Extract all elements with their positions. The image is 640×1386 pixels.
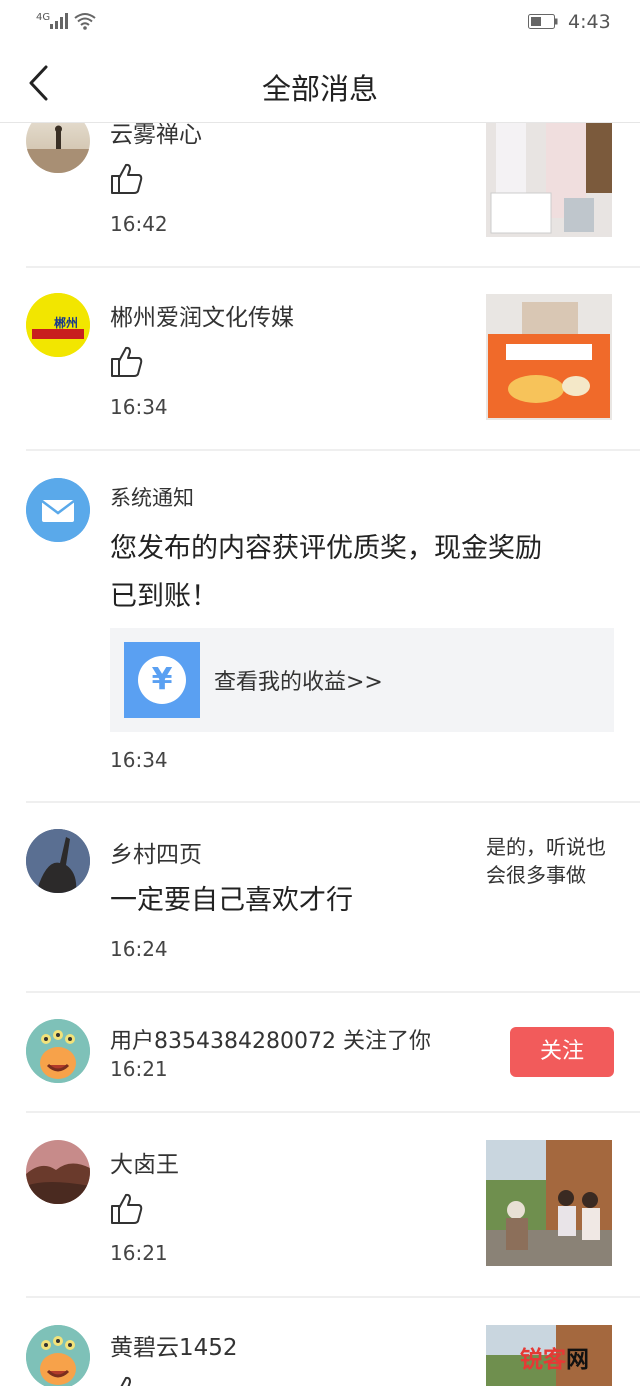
wifi-icon: [74, 13, 96, 30]
status-bar: 4G 4:43: [0, 0, 640, 44]
list-item-like[interactable]: 云雾禅心 16:42: [0, 123, 640, 268]
message-content: 您发布的内容获评优质奖，现金奖励 已到账！: [110, 525, 542, 621]
message-time: 16:21: [110, 1057, 168, 1081]
message-time: 16:24: [110, 937, 168, 961]
earnings-icon-box: ¥: [124, 642, 200, 718]
list-item-like[interactable]: 郴州 郴州爱润文化传媒 16:34: [0, 268, 640, 451]
sender-name: 黄碧云1452: [110, 1335, 238, 1361]
avatar[interactable]: [26, 1140, 90, 1204]
post-thumbnail[interactable]: [486, 1140, 612, 1266]
watermark-text-black: 网: [566, 1347, 589, 1373]
watermark-text: 锐客网: [520, 1340, 589, 1374]
avatar[interactable]: 郴州: [26, 293, 90, 357]
view-earnings-link[interactable]: 查看我的收益>>: [214, 664, 383, 696]
message-time: 16:34: [110, 748, 168, 772]
sender-name: 云雾禅心: [110, 123, 202, 148]
watermark-logo: 锐客网: [520, 1340, 620, 1376]
monster-avatar-icon: [26, 1019, 90, 1083]
sender-name: 郴州爱润文化传媒: [110, 305, 294, 331]
original-comment[interactable]: 是的，听说也 会很多事做: [486, 833, 626, 889]
original-comment-line: 会很多事做: [486, 863, 586, 887]
clock: 4:43: [568, 11, 611, 33]
message-content-line: 您发布的内容获评优质奖，现金奖励: [110, 533, 542, 564]
message-time: 16:34: [110, 395, 168, 419]
page-title: 全部消息: [261, 72, 378, 106]
yuan-symbol: ¥: [151, 662, 173, 697]
post-thumbnail[interactable]: [486, 123, 612, 237]
thumbs-up-icon: [111, 1193, 143, 1224]
original-comment-line: 是的，听说也: [486, 835, 606, 859]
monster-avatar-icon: [26, 1325, 90, 1386]
avatar[interactable]: [26, 1325, 90, 1386]
battery-icon: [528, 14, 558, 29]
message-time: 16:21: [110, 1241, 168, 1265]
post-thumbnail[interactable]: [486, 294, 612, 420]
message-content-line: 已到账！: [110, 581, 218, 612]
message-feed[interactable]: 云雾禅心 16:42 郴州 郴州爱润文化传媒 16:34 系统通知 您发布的内容…: [0, 123, 640, 1386]
message-time: 16:42: [110, 212, 168, 236]
sender-name: 系统通知: [110, 486, 194, 510]
follow-button[interactable]: 关注: [510, 1027, 614, 1077]
avatar: [26, 478, 90, 542]
avatar[interactable]: [26, 123, 90, 173]
message-content: 一定要自己喜欢才行: [110, 885, 353, 916]
follow-notice: 用户8354384280072 关注了你: [110, 1029, 431, 1054]
avatar-text: 郴州: [54, 316, 79, 330]
avatar[interactable]: [26, 1019, 90, 1083]
thumbs-up-icon: [111, 346, 143, 377]
watermark-text-red: 锐客: [520, 1347, 566, 1373]
thumbs-up-icon: [120, 1376, 131, 1386]
list-item-comment[interactable]: 乡村四页 一定要自己喜欢才行 是的，听说也 会很多事做 16:24: [0, 803, 640, 993]
sender-name: 大卤王: [110, 1152, 179, 1178]
avatar[interactable]: [26, 829, 90, 893]
network-type: 4G: [36, 12, 51, 23]
sender-name: 乡村四页: [110, 842, 202, 868]
mail-icon: [26, 478, 90, 542]
thumbs-up-icon: [111, 163, 143, 194]
navigation-bar: 全部消息: [0, 44, 640, 123]
view-earnings-card[interactable]: ¥ 查看我的收益>>: [110, 628, 614, 732]
list-item-like[interactable]: 大卤王 16:21: [0, 1113, 640, 1298]
signal-icon: [50, 13, 68, 29]
list-item-system[interactable]: 系统通知 您发布的内容获评优质奖，现金奖励 已到账！: [0, 451, 640, 803]
